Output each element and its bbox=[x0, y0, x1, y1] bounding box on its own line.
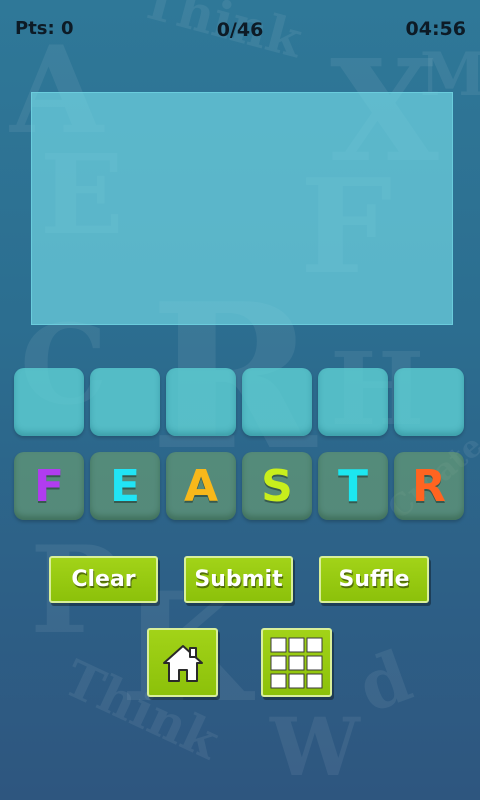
home-button[interactable] bbox=[147, 628, 218, 697]
letter-tile-char: F bbox=[33, 460, 65, 512]
status-bar: Pts: 0 0/46 04:56 bbox=[0, 0, 480, 64]
letter-tile-char: S bbox=[261, 460, 293, 512]
level-grid-button[interactable] bbox=[261, 628, 332, 697]
grid-icon bbox=[270, 637, 322, 688]
home-icon bbox=[162, 644, 203, 682]
submit-button[interactable]: Submit bbox=[184, 556, 293, 603]
letter-tile-char: R bbox=[412, 460, 446, 512]
clear-button[interactable]: Clear bbox=[49, 556, 158, 603]
answer-slot[interactable] bbox=[14, 368, 84, 436]
answer-slot[interactable] bbox=[242, 368, 312, 436]
answer-display-panel bbox=[31, 92, 453, 325]
letter-tile[interactable]: E bbox=[90, 452, 160, 520]
countdown-timer: 04:56 bbox=[405, 18, 466, 40]
letter-tile[interactable]: F bbox=[14, 452, 84, 520]
letter-tile[interactable]: T bbox=[318, 452, 388, 520]
letter-tile-row: FEASTR bbox=[14, 452, 468, 521]
letter-tile[interactable]: R bbox=[394, 452, 464, 520]
letter-tile-char: A bbox=[183, 460, 219, 512]
answer-slot[interactable] bbox=[394, 368, 464, 436]
letter-tile[interactable]: S bbox=[242, 452, 312, 520]
answer-slot[interactable] bbox=[166, 368, 236, 436]
answer-slot[interactable] bbox=[90, 368, 160, 436]
letter-tile[interactable]: A bbox=[166, 452, 236, 520]
answer-slot-row bbox=[14, 368, 468, 437]
answer-slot[interactable] bbox=[318, 368, 388, 436]
shuffle-button[interactable]: Suffle bbox=[319, 556, 429, 603]
letter-tile-char: T bbox=[337, 460, 368, 512]
letter-tile-char: E bbox=[109, 460, 141, 512]
